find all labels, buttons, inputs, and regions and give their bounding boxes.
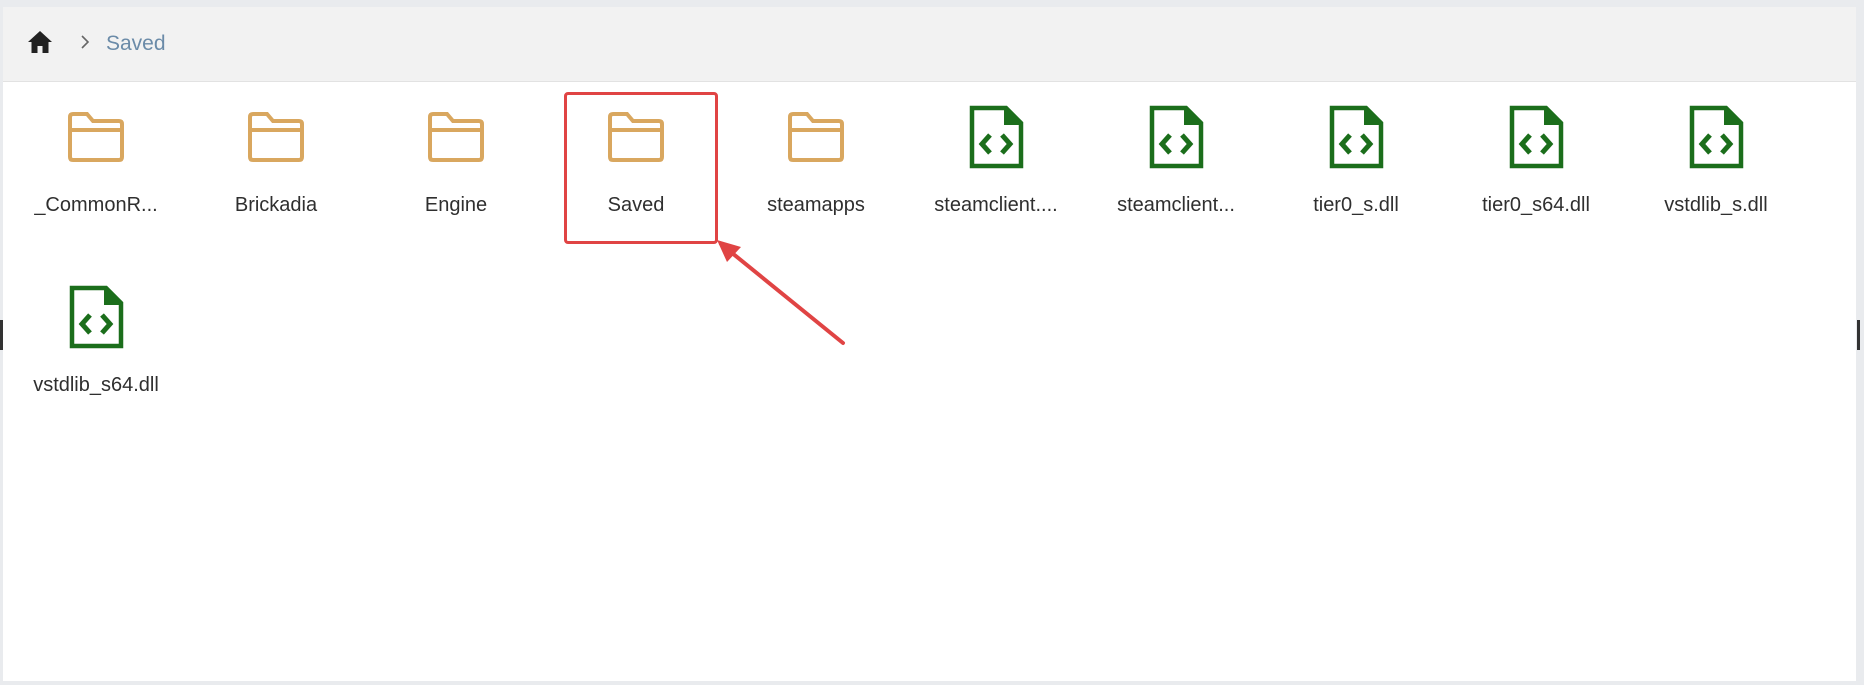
file-grid: _CommonR... Brickadia Engine Saved steam…	[3, 81, 1856, 681]
code-file-icon	[1148, 105, 1204, 174]
folder-icon	[67, 111, 125, 168]
item-label: steamapps	[767, 194, 865, 216]
item-label: Engine	[424, 194, 488, 216]
item-label: Brickadia	[234, 194, 318, 216]
folder-item[interactable]: _CommonR...	[6, 81, 186, 231]
window-edge-marker	[1857, 320, 1860, 350]
folder-item[interactable]: steamapps	[726, 81, 906, 231]
file-item[interactable]: steamclient...	[1086, 81, 1266, 231]
item-label: _CommonR...	[34, 194, 158, 216]
file-item[interactable]: vstdlib_s64.dll	[6, 261, 186, 411]
file-item[interactable]: steamclient....	[906, 81, 1086, 231]
folder-icon	[427, 111, 485, 168]
folder-icon	[247, 111, 305, 168]
file-browser-window: Saved _CommonR... Brickadia Engine Saved…	[3, 7, 1856, 681]
folder-item[interactable]: Brickadia	[186, 81, 366, 231]
code-file-icon	[1508, 105, 1564, 174]
chevron-right-icon	[78, 34, 92, 50]
file-item[interactable]: vstdlib_s.dll	[1626, 81, 1806, 231]
code-file-icon	[1328, 105, 1384, 174]
breadcrumb: Saved	[3, 7, 1856, 82]
file-item[interactable]: tier0_s.dll	[1266, 81, 1446, 231]
home-icon[interactable]	[27, 30, 53, 54]
item-label: tier0_s.dll	[1313, 194, 1399, 216]
code-file-icon	[968, 105, 1024, 174]
annotation-arrow	[717, 240, 845, 345]
item-label: steamclient....	[934, 194, 1058, 216]
file-item[interactable]: tier0_s64.dll	[1446, 81, 1626, 231]
item-label: vstdlib_s64.dll	[33, 374, 159, 396]
code-file-icon	[68, 285, 124, 354]
folder-icon	[787, 111, 845, 168]
breadcrumb-current[interactable]: Saved	[106, 31, 166, 57]
folder-item[interactable]: Engine	[366, 81, 546, 231]
code-file-icon	[1688, 105, 1744, 174]
item-label: vstdlib_s.dll	[1664, 194, 1768, 216]
item-label: steamclient...	[1117, 194, 1235, 216]
highlight-box	[564, 92, 718, 244]
item-label: tier0_s64.dll	[1482, 194, 1590, 216]
window-edge-marker	[0, 320, 3, 350]
